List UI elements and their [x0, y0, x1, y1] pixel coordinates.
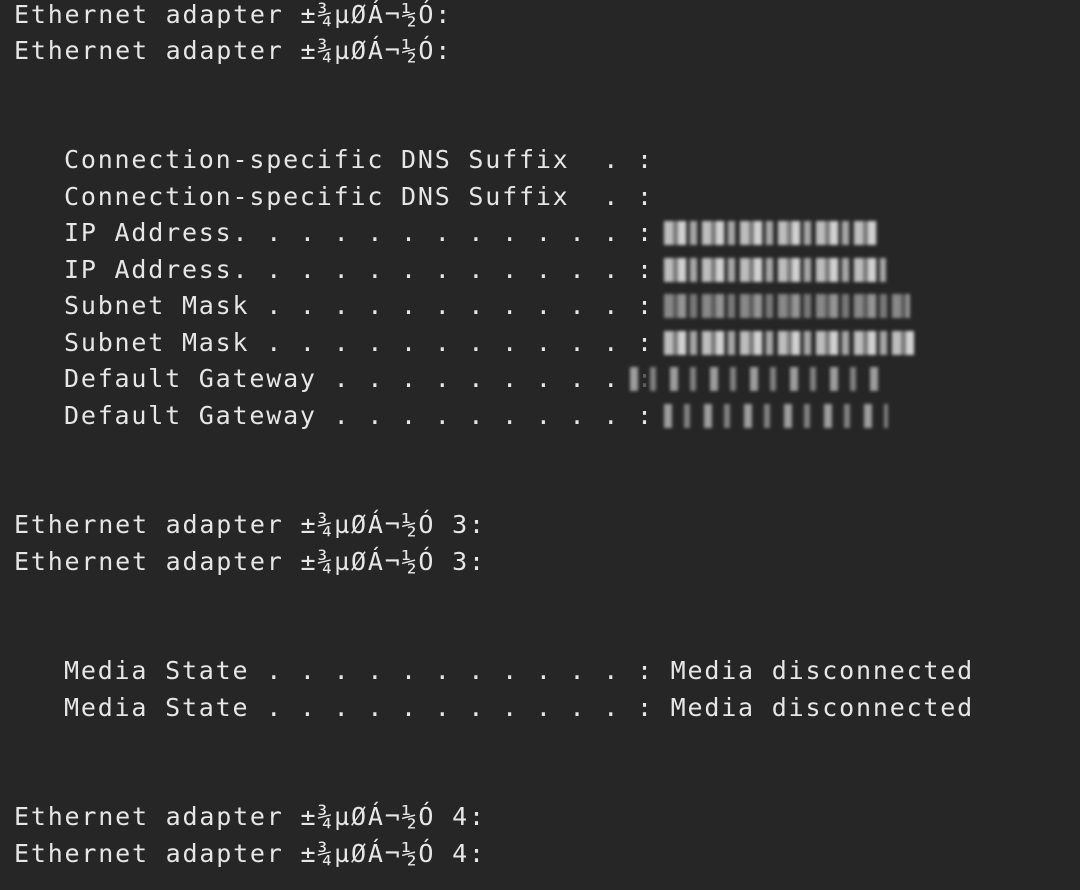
redacted-ip-address — [664, 221, 878, 245]
adapter-header-3: Ethernet adapter ±¾µØÁ¬½Ó 3: — [14, 510, 486, 539]
ip-address-line: IP Address. . . . . . . . . . . . : — [64, 218, 654, 247]
redacted-default-gateway-duplicate — [664, 404, 888, 428]
dns-suffix-line: Connection-specific DNS Suffix . : — [64, 145, 654, 174]
redacted-default-gateway — [630, 367, 880, 391]
dns-suffix-line-duplicate: Connection-specific DNS Suffix . : — [64, 182, 654, 211]
adapter-header-1: Ethernet adapter ±¾µØÁ¬½Ó: — [14, 0, 453, 29]
adapter-header-4: Ethernet adapter ±¾µØÁ¬½Ó 4: — [14, 802, 486, 831]
subnet-mask-line-duplicate: Subnet Mask . . . . . . . . . . . : — [64, 328, 654, 357]
redacted-subnet-mask-duplicate — [664, 331, 914, 355]
subnet-mask-line: Subnet Mask . . . . . . . . . . . : — [64, 291, 654, 320]
media-state-line-duplicate: Media State . . . . . . . . . . . : Medi… — [64, 693, 974, 722]
adapter-header-4-duplicate: Ethernet adapter ±¾µØÁ¬½Ó 4: — [14, 839, 486, 868]
ip-address-line-duplicate: IP Address. . . . . . . . . . . . : — [64, 255, 654, 284]
default-gateway-line: Default Gateway . . . . . . . . . : — [64, 364, 654, 393]
adapter-header-1-duplicate: Ethernet adapter ±¾µØÁ¬½Ó: — [14, 36, 453, 65]
media-state-line: Media State . . . . . . . . . . . : Medi… — [64, 656, 974, 685]
adapter-header-3-duplicate: Ethernet adapter ±¾µØÁ¬½Ó 3: — [14, 547, 486, 576]
redacted-ip-address-duplicate — [664, 258, 886, 282]
default-gateway-line-duplicate: Default Gateway . . . . . . . . . : — [64, 401, 654, 430]
terminal-window[interactable]: Ethernet adapter ±¾µØÁ¬½Ó: Ethernet adap… — [0, 0, 1080, 890]
redacted-subnet-mask — [664, 294, 910, 318]
